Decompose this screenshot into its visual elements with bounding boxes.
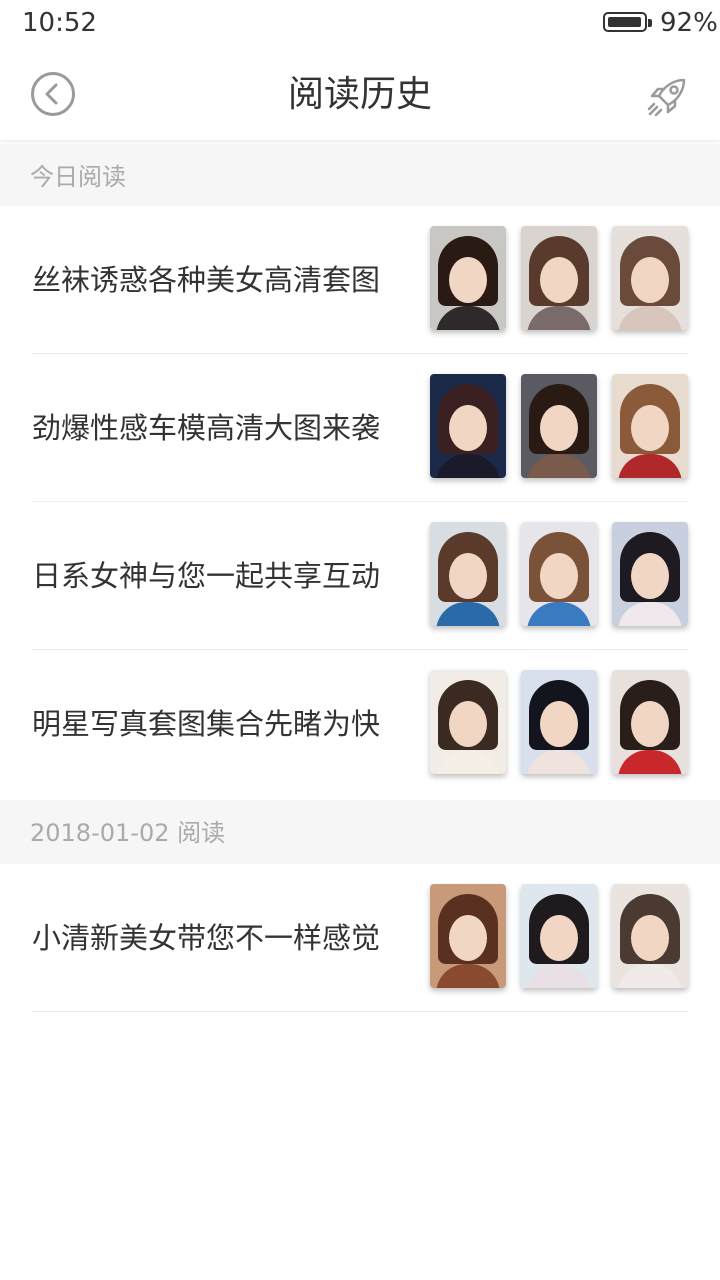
item-title: 劲爆性感车模高清大图来袭 xyxy=(32,411,381,445)
status-time: 10:52 xyxy=(22,8,97,38)
history-item[interactable]: 小清新美女带您不一样感觉 xyxy=(0,864,720,1012)
thumbnail xyxy=(521,522,597,626)
thumbnail xyxy=(521,374,597,478)
thumbnail xyxy=(612,670,688,774)
thumbnail xyxy=(430,884,506,988)
thumbnail xyxy=(430,226,506,330)
header: 阅读历史 xyxy=(0,50,720,140)
thumbnail xyxy=(430,522,506,626)
thumbnail xyxy=(521,670,597,774)
divider xyxy=(32,1011,688,1012)
rocket-button[interactable] xyxy=(644,74,690,120)
battery-tip xyxy=(648,19,652,27)
battery-icon xyxy=(603,12,652,32)
section-header-date: 2018-01-02 阅读 xyxy=(0,800,720,866)
history-item[interactable]: 日系女神与您一起共享互动 xyxy=(0,502,720,650)
section-header-today: 今日阅读 xyxy=(0,144,720,210)
history-item[interactable]: 明星写真套图集合先睹为快 xyxy=(0,650,720,798)
back-circle-icon xyxy=(31,72,75,116)
rocket-icon xyxy=(647,78,686,117)
item-title: 明星写真套图集合先睹为快 xyxy=(32,707,381,741)
thumbnail xyxy=(521,226,597,330)
battery-percent: 92% xyxy=(660,8,718,38)
battery-fill xyxy=(608,17,641,27)
thumbnail xyxy=(612,884,688,988)
thumbnail xyxy=(521,884,597,988)
thumbnail xyxy=(612,522,688,626)
thumbnail xyxy=(612,226,688,330)
page-title: 阅读历史 xyxy=(287,74,432,115)
back-button[interactable] xyxy=(30,71,76,117)
thumbnail xyxy=(430,670,506,774)
thumbnail xyxy=(430,374,506,478)
item-title: 日系女神与您一起共享互动 xyxy=(32,559,381,593)
status-bar: 10:52 92% xyxy=(0,0,720,50)
thumbnail xyxy=(612,374,688,478)
history-item[interactable]: 丝袜诱惑各种美女高清套图 xyxy=(0,206,720,354)
item-title: 小清新美女带您不一样感觉 xyxy=(32,921,381,955)
item-title: 丝袜诱惑各种美女高清套图 xyxy=(32,263,381,297)
history-item[interactable]: 劲爆性感车模高清大图来袭 xyxy=(0,354,720,502)
